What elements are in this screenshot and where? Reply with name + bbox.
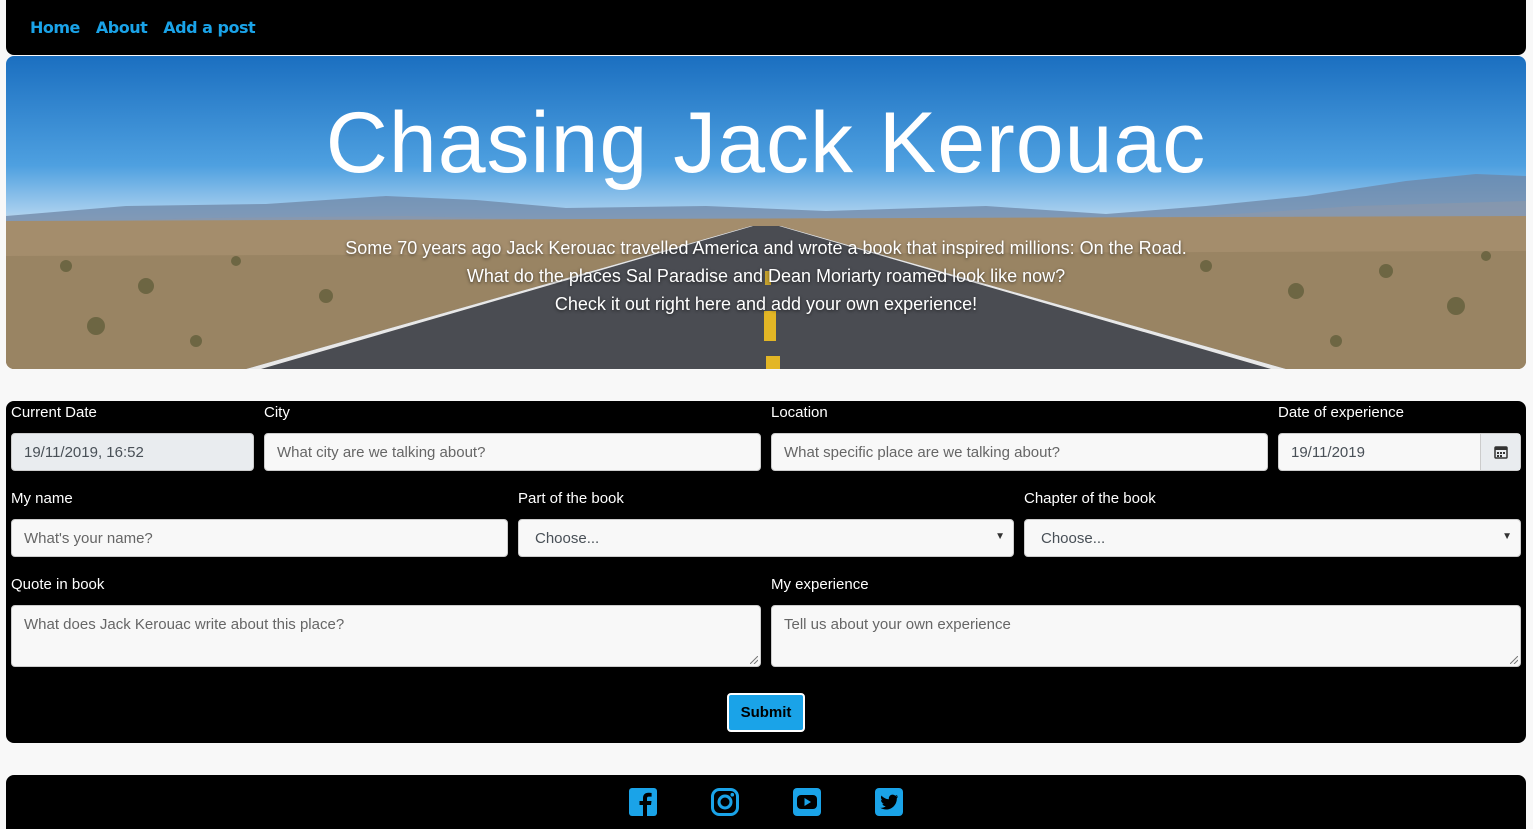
calendar-icon[interactable] bbox=[1480, 434, 1520, 470]
submit-button[interactable]: Submit bbox=[727, 693, 805, 732]
quote-label: Quote in book bbox=[11, 576, 105, 593]
location-input[interactable]: What specific place are we talking about… bbox=[771, 433, 1268, 471]
current-date-field[interactable]: 19/11/2019, 16:52 bbox=[11, 433, 254, 471]
location-label: Location bbox=[771, 404, 828, 421]
twitter-icon[interactable] bbox=[874, 787, 904, 817]
footer bbox=[6, 775, 1526, 829]
my-name-input[interactable]: What's your name? bbox=[11, 519, 508, 557]
city-input[interactable]: What city are we talking about? bbox=[264, 433, 761, 471]
hero-banner: Chasing Jack Kerouac Some 70 years ago J… bbox=[6, 56, 1526, 369]
resize-grip-icon[interactable] bbox=[750, 656, 758, 664]
resize-grip-icon[interactable] bbox=[1510, 656, 1518, 664]
instagram-icon[interactable] bbox=[710, 787, 740, 817]
my-name-label: My name bbox=[11, 490, 73, 507]
date-of-experience-label: Date of experience bbox=[1278, 404, 1404, 421]
nav-about-link[interactable]: About bbox=[96, 18, 148, 37]
hero-line-3: Check it out right here and add your own… bbox=[554, 294, 978, 314]
part-of-book-label: Part of the book bbox=[518, 490, 624, 507]
experience-placeholder: Tell us about your own experience bbox=[784, 616, 1011, 633]
part-of-book-select[interactable]: Choose... ▼ bbox=[518, 519, 1014, 557]
chapter-of-book-selected: Choose... bbox=[1041, 529, 1106, 547]
chapter-of-book-select[interactable]: Choose... ▼ bbox=[1024, 519, 1521, 557]
dropdown-arrow-icon: ▼ bbox=[1502, 531, 1512, 542]
experience-label: My experience bbox=[771, 576, 869, 593]
date-of-experience-value: 19/11/2019 bbox=[1291, 443, 1365, 461]
hero-intro: Some 70 years ago Jack Kerouac travelled… bbox=[6, 234, 1526, 318]
youtube-icon[interactable] bbox=[792, 787, 822, 817]
experience-textarea[interactable]: Tell us about your own experience bbox=[771, 605, 1521, 667]
quote-placeholder: What does Jack Kerouac write about this … bbox=[24, 616, 345, 633]
date-of-experience-input[interactable]: 19/11/2019 bbox=[1278, 433, 1521, 471]
nav-home-link[interactable]: Home bbox=[30, 18, 80, 37]
chapter-of-book-label: Chapter of the book bbox=[1024, 490, 1156, 507]
nav-add-post-link[interactable]: Add a post bbox=[163, 18, 255, 37]
navbar: Home About Add a post bbox=[6, 0, 1526, 55]
quote-textarea[interactable]: What does Jack Kerouac write about this … bbox=[11, 605, 761, 667]
part-of-book-selected: Choose... bbox=[535, 529, 600, 547]
dropdown-arrow-icon: ▼ bbox=[995, 531, 1005, 542]
hero-title: Chasing Jack Kerouac bbox=[325, 95, 1207, 191]
hero-line-2: What do the places Sal Paradise and Dean… bbox=[466, 266, 1066, 286]
city-label: City bbox=[264, 404, 290, 421]
add-post-form: Current Date 19/11/2019, 16:52 City What… bbox=[6, 401, 1526, 743]
hero-line-1: Some 70 years ago Jack Kerouac travelled… bbox=[345, 238, 1187, 258]
facebook-icon[interactable] bbox=[628, 787, 658, 817]
current-date-label: Current Date bbox=[11, 404, 97, 421]
